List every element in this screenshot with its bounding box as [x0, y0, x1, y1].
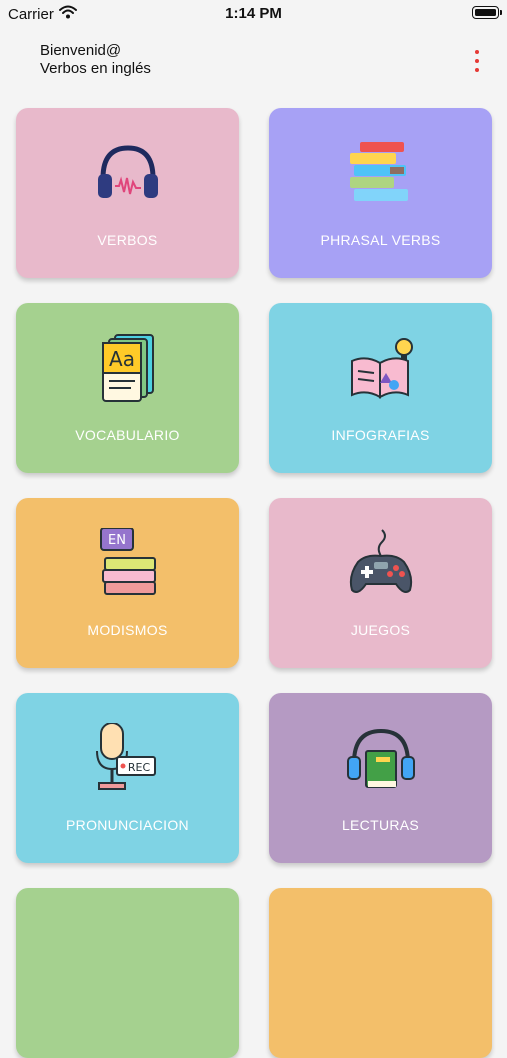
- tile-lecturas[interactable]: LECTURAS: [269, 693, 492, 863]
- flashcards-icon: Aa: [16, 333, 239, 403]
- english-books-icon: EN: [16, 528, 239, 598]
- tile-phrasal-verbs[interactable]: PHRASAL VERBS: [269, 108, 492, 278]
- tile-label: MODISMOS: [87, 622, 168, 638]
- tile-verbos[interactable]: VERBOS: [16, 108, 239, 278]
- tile-label: JUEGOS: [350, 622, 411, 638]
- svg-text:REC: REC: [127, 761, 150, 774]
- audiobook-icon: [269, 723, 492, 793]
- tile-pronunciacion[interactable]: REC PRONUNCIACION: [16, 693, 239, 863]
- tile-label: PHRASAL VERBS: [320, 232, 441, 248]
- tile-juegos[interactable]: JUEGOS: [269, 498, 492, 668]
- tile-partial[interactable]: [269, 888, 492, 1058]
- tile-label: PRONUNCIACION: [66, 817, 189, 833]
- books-stack-icon: [269, 138, 492, 208]
- gamepad-icon: [269, 528, 492, 598]
- tile-infografias[interactable]: INFOGRAFIAS: [269, 303, 492, 473]
- svg-text:Aa: Aa: [109, 347, 135, 371]
- open-book-idea-icon: [269, 333, 492, 403]
- tile-label: VOCABULARIO: [75, 427, 180, 443]
- tile-modismos[interactable]: EN MODISMOS: [16, 498, 239, 668]
- tile-label: VERBOS: [97, 232, 158, 248]
- tile-partial[interactable]: [16, 888, 239, 1058]
- microphone-rec-icon: REC: [16, 723, 239, 793]
- tile-vocabulario[interactable]: Aa VOCABULARIO: [16, 303, 239, 473]
- tile-label: INFOGRAFIAS: [331, 427, 430, 443]
- tile-label: LECTURAS: [341, 817, 420, 833]
- category-grid: VERBOS PHRASAL VERBS Aa VOCABULARIO INFO…: [0, 0, 507, 1058]
- headphones-icon: [16, 138, 239, 208]
- svg-text:EN: EN: [108, 533, 126, 548]
